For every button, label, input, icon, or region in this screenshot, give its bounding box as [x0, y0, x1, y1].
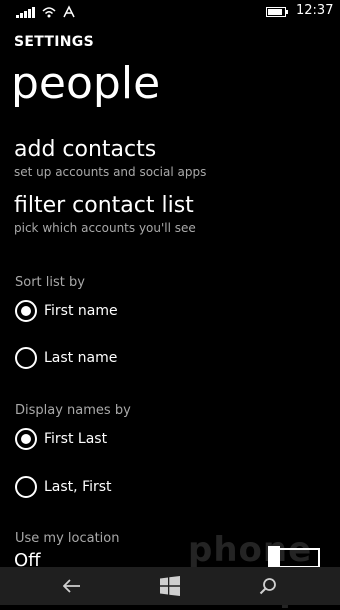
filter-contact-list-title: filter contact list	[14, 193, 194, 218]
use-my-location-value: Off	[14, 550, 41, 568]
radio-button-icon[interactable]	[15, 347, 37, 369]
add-contacts-title: add contacts	[14, 137, 157, 162]
app-name: SETTINGS	[14, 34, 94, 50]
filter-contact-list-link[interactable]: filter contact list pick which accounts …	[14, 192, 314, 236]
wifi-icon	[42, 7, 56, 18]
status-bar: 12:37	[0, 0, 340, 24]
signal-icon	[16, 6, 35, 18]
add-contacts-subtitle: set up accounts and social apps	[14, 165, 207, 179]
search-button[interactable]	[238, 567, 298, 605]
battery-icon	[266, 7, 288, 17]
add-contacts-link[interactable]: add contacts set up accounts and social …	[14, 136, 314, 180]
radio-label: Last name	[44, 350, 118, 366]
back-icon	[63, 579, 80, 593]
radio-label: First name	[44, 303, 118, 319]
use-my-location-label: Use my location	[15, 531, 120, 546]
sort-list-label: Sort list by	[15, 275, 85, 290]
search-icon	[259, 578, 276, 595]
radio-label: Last, First	[44, 479, 112, 495]
filter-contact-list-subtitle: pick which accounts you'll see	[14, 221, 196, 235]
page-title: people	[11, 58, 161, 109]
display-names-label: Display names by	[15, 403, 131, 418]
data-sense-icon	[63, 5, 75, 18]
navigation-bar	[0, 567, 340, 605]
start-button[interactable]	[140, 567, 200, 605]
windows-start-icon	[160, 576, 180, 596]
radio-button-icon[interactable]	[15, 300, 37, 322]
radio-last-name[interactable]: Last name	[15, 345, 315, 371]
clock: 12:37	[296, 3, 334, 18]
toggle-track	[276, 548, 320, 568]
radio-last-first[interactable]: Last, First	[15, 474, 315, 500]
radio-first-name[interactable]: First name	[15, 298, 315, 324]
radio-button-icon[interactable]	[15, 428, 37, 450]
back-button[interactable]	[42, 567, 102, 605]
radio-first-last[interactable]: First Last	[15, 426, 315, 452]
radio-button-icon[interactable]	[15, 476, 37, 498]
radio-label: First Last	[44, 431, 108, 447]
